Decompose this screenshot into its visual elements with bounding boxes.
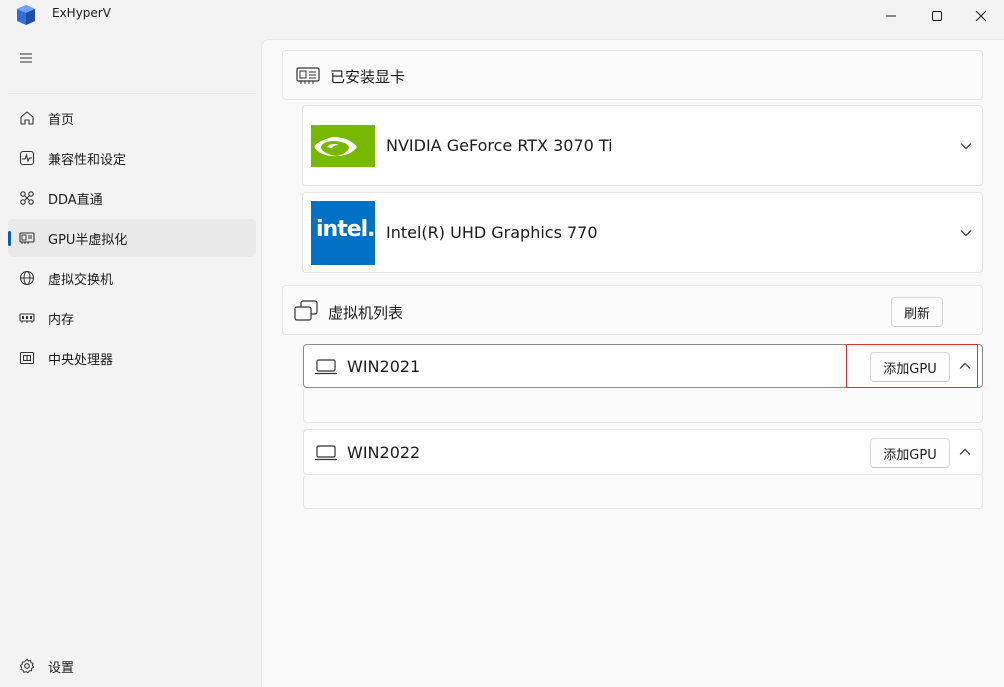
maximize-button[interactable] <box>914 0 960 32</box>
nav-item-label: 内存 <box>48 313 75 328</box>
laptop-icon <box>315 445 337 461</box>
nav-item-label: DDA直通 <box>48 193 103 208</box>
gear-icon <box>19 658 35 674</box>
minimize-icon <box>886 15 896 17</box>
nav-item-settings[interactable]: 设置 <box>8 647 256 685</box>
gpu-name: Intel(R) UHD Graphics 770 <box>386 223 598 242</box>
app-title: ExHyperV <box>52 6 111 20</box>
multiple-windows-icon <box>294 300 318 321</box>
intel-logo: intel. <box>311 201 376 265</box>
gpu-icon <box>19 232 35 244</box>
nav-toggle-button[interactable] <box>10 44 42 72</box>
nav-item-label: GPU半虚拟化 <box>48 233 128 248</box>
installed-gpus-header: 已安装显卡 <box>282 50 983 100</box>
vm-name: WIN2021 <box>347 357 421 376</box>
selection-indicator <box>8 231 11 246</box>
vm-name: WIN2022 <box>347 443 421 462</box>
maximize-icon <box>932 11 942 21</box>
nav-item-home[interactable]: 首页 <box>8 99 256 137</box>
nav-item-gpu-pv[interactable]: GPU半虚拟化 <box>8 219 256 257</box>
vm-card-body <box>303 475 983 509</box>
gpu-name: NVIDIA GeForce RTX 3070 Ti <box>386 136 613 155</box>
memory-icon <box>19 313 35 323</box>
nav-item-label: 中央处理器 <box>48 353 114 368</box>
globe-icon <box>19 270 35 286</box>
app-logo-icon <box>17 5 35 25</box>
nav-item-dda[interactable]: DDA直通 <box>8 179 256 217</box>
nav-item-label: 设置 <box>48 661 75 676</box>
cpu-icon <box>19 351 35 365</box>
vm-list-title: 虚拟机列表 <box>328 304 404 322</box>
nav-item-label: 首页 <box>48 113 75 128</box>
installed-gpus-title: 已安装显卡 <box>330 68 406 86</box>
gpu-card-nvidia[interactable]: NVIDIA GeForce RTX 3070 Ti <box>302 105 983 186</box>
intel-logo-text: intel. <box>316 217 376 242</box>
refresh-button[interactable]: 刷新 <box>891 297 943 327</box>
chevron-down-icon[interactable] <box>959 139 973 153</box>
add-gpu-button[interactable]: 添加GPU <box>870 438 950 468</box>
chevron-up-icon[interactable] <box>958 445 972 459</box>
nav-item-label: 虚拟交换机 <box>48 273 114 288</box>
link-icon <box>20 191 34 205</box>
nav-item-compatibility[interactable]: 兼容性和设定 <box>8 139 256 177</box>
nav-item-cpu[interactable]: 中央处理器 <box>8 339 256 377</box>
vm-card-header[interactable]: WIN2022 添加GPU <box>303 429 983 475</box>
gpu-card-intel[interactable]: intel. Intel(R) UHD Graphics 770 <box>302 192 983 273</box>
highlight-box <box>846 344 978 388</box>
close-icon <box>975 10 987 22</box>
minimize-button[interactable] <box>868 0 914 32</box>
nav-divider <box>8 93 256 94</box>
gpu-icon <box>296 67 320 84</box>
activity-icon <box>19 150 35 166</box>
nvidia-logo <box>311 125 375 167</box>
vm-card-body <box>303 388 983 423</box>
content-panel: 已安装显卡 NVIDIA GeForce RTX 3070 Ti intel. … <box>261 39 1004 687</box>
nav-item-label: 兼容性和设定 <box>48 153 127 168</box>
vm-list-header: 虚拟机列表 刷新 <box>282 285 983 335</box>
title-bar: ExHyperV <box>0 0 1004 32</box>
laptop-icon <box>315 359 337 375</box>
hamburger-icon <box>20 53 32 63</box>
nav-item-memory[interactable]: 内存 <box>8 299 256 337</box>
chevron-down-icon[interactable] <box>959 226 973 240</box>
nav-item-vswitch[interactable]: 虚拟交换机 <box>8 259 256 297</box>
home-icon <box>20 111 34 125</box>
close-button[interactable] <box>958 0 1004 32</box>
